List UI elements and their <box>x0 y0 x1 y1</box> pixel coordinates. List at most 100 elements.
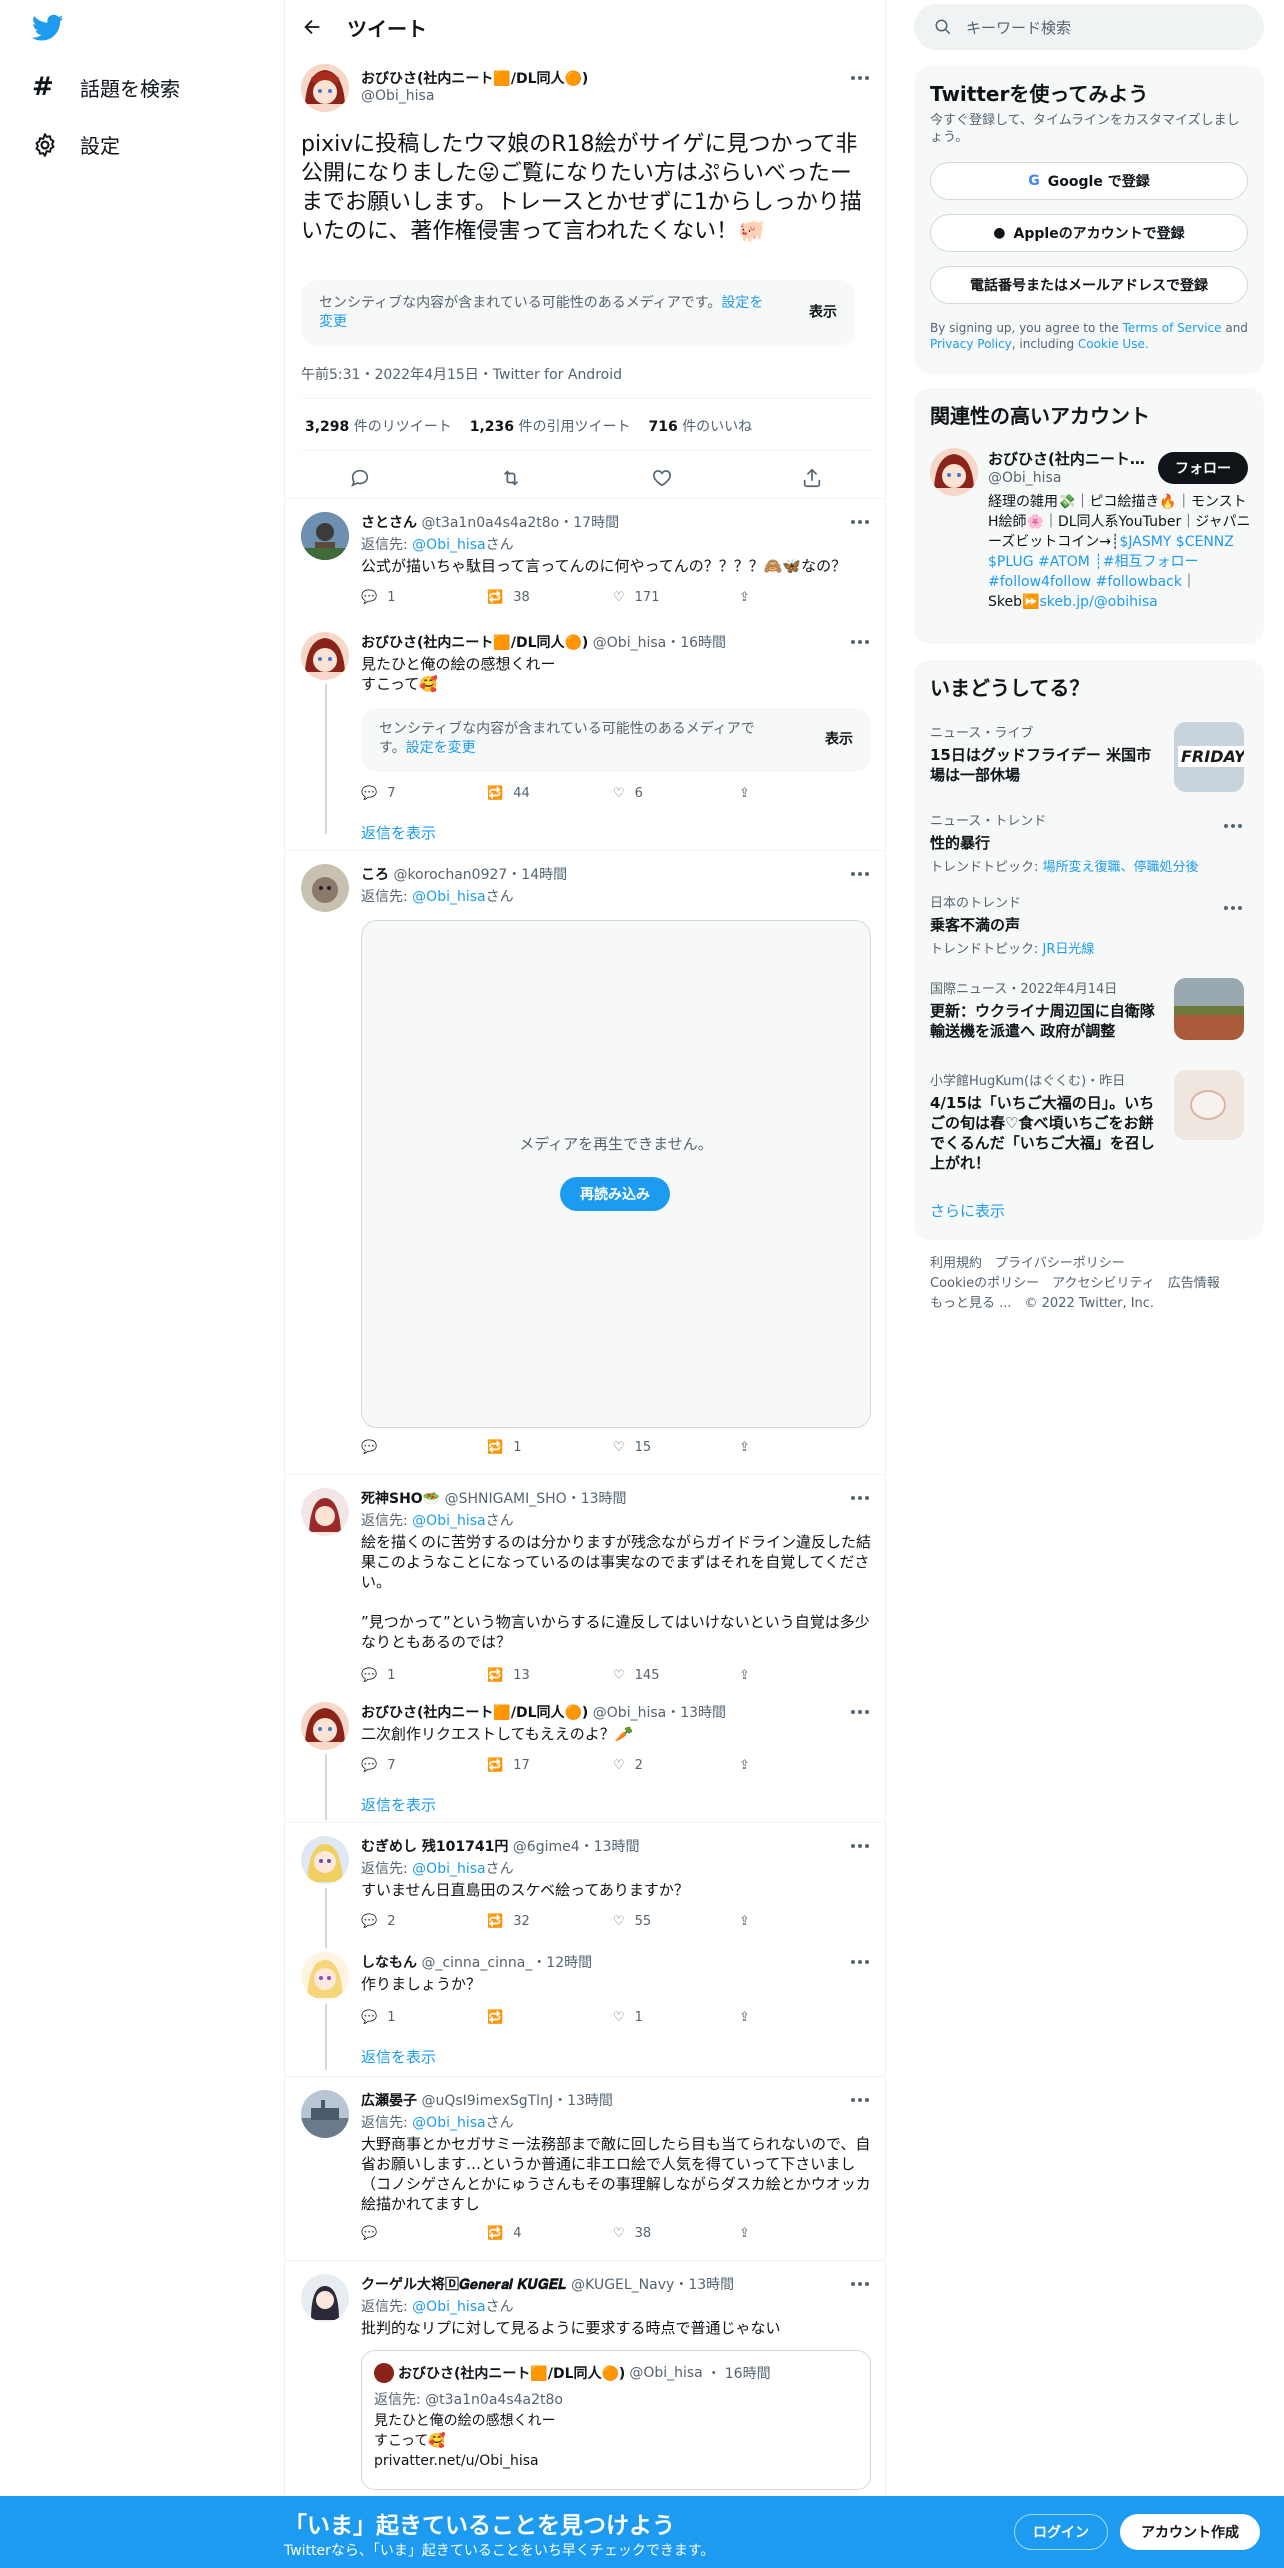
reply-author-handle[interactable]: @uQsI9imexSgTlnJ <box>421 2093 553 2109</box>
like-button[interactable]: ♡ 2 <box>613 1758 739 1773</box>
create-account-button[interactable]: アカウント作成 <box>1120 2514 1260 2550</box>
more-options-icon[interactable] <box>1224 906 1244 912</box>
show-replies-link[interactable]: 返信を表示 <box>361 1794 436 1815</box>
more-options-icon[interactable] <box>851 1960 871 1966</box>
avatar[interactable] <box>301 1952 349 2000</box>
avatar[interactable] <box>301 1836 349 1884</box>
like-button[interactable]: ♡ 55 <box>613 1914 739 1929</box>
reply-author-name[interactable]: おびひさ(社内ニート🟧/DL同人🟠) <box>361 1705 588 1721</box>
reply-tweet[interactable]: おびひさ(社内ニート🟧/DL同人🟠) @Obi_hisa・13時間 二次創作リク… <box>285 1702 885 1836</box>
phone-signup-button[interactable]: 電話番号またはメールアドレスで登録 <box>930 266 1248 304</box>
like-icon[interactable] <box>651 467 673 489</box>
trend-sub-link[interactable]: JR日光線 <box>1043 942 1095 957</box>
change-settings-link[interactable]: 設定を変更 <box>406 740 476 756</box>
related-name[interactable]: おびひさ(社内ニート… <box>988 448 1145 469</box>
twitter-logo-icon[interactable] <box>32 14 64 42</box>
reply-to-handle[interactable]: @Obi_hisa <box>412 2299 485 2315</box>
show-media-button[interactable]: 表示 <box>825 731 853 750</box>
avatar[interactable] <box>301 2090 349 2138</box>
trend-sub-link[interactable]: 場所変え復職、停職処分後 <box>1043 860 1199 875</box>
like-button[interactable]: ♡ 15 <box>613 1440 739 1455</box>
reply-time[interactable]: 13時間 <box>581 1491 627 1507</box>
retweet-button[interactable]: 🔁 1 <box>487 1440 613 1455</box>
more-options-icon[interactable] <box>851 1844 871 1850</box>
reply-author-name[interactable]: しなもん <box>361 1955 417 1971</box>
back-arrow-icon[interactable] <box>301 16 323 38</box>
reply-time[interactable]: 12時間 <box>546 1955 592 1971</box>
trend-item[interactable]: 日本のトレンド 乗客不満の声 トレンドトピック: JR日光線 <box>930 892 1250 957</box>
like-button[interactable]: ♡ 38 <box>613 2226 739 2241</box>
reply-to-handle[interactable]: @Obi_hisa <box>412 1513 485 1529</box>
retweet-stat[interactable]: 3,298 件のリツイート <box>305 416 452 436</box>
reply-author-name[interactable]: 広瀬晏子 <box>361 2093 417 2109</box>
reply-author-name[interactable]: おびひさ(社内ニート🟧/DL同人🟠) <box>361 635 588 651</box>
share-button[interactable]: ⇪ <box>739 786 865 801</box>
reply-author-name[interactable]: 死神SHO🥗 <box>361 1491 440 1507</box>
retweet-icon[interactable] <box>499 467 523 489</box>
reply-time[interactable]: 16時間 <box>680 635 726 651</box>
more-options-icon[interactable] <box>851 2282 871 2288</box>
retweet-button[interactable]: 🔁 <box>487 2010 613 2025</box>
reply-time[interactable]: 13時間 <box>680 1705 726 1721</box>
author-handle[interactable]: @Obi_hisa <box>361 88 434 104</box>
reply-button[interactable]: 💬 1 <box>361 590 487 605</box>
reply-author-handle[interactable]: @Obi_hisa <box>593 1705 666 1721</box>
more-options-icon[interactable] <box>851 520 871 526</box>
reply-tweet[interactable]: さとさん @t3a1n0a4s4a2t8o・17時間 返信先: @Obi_his… <box>285 500 885 620</box>
author-name[interactable]: おびひさ(社内ニート🟧/DL同人🟠) <box>361 68 588 88</box>
more-options-icon[interactable] <box>851 640 871 646</box>
show-replies-link[interactable]: 返信を表示 <box>361 2046 436 2067</box>
share-button[interactable]: ⇪ <box>739 2010 865 2025</box>
reply-author-handle[interactable]: @SHNIGAMI_SHO <box>445 1491 567 1507</box>
like-button[interactable]: ♡ 6 <box>613 786 739 801</box>
like-button[interactable]: ♡ 1 <box>613 2010 739 2025</box>
retweet-button[interactable]: 🔁 32 <box>487 1914 613 1929</box>
reply-author-name[interactable]: ころ <box>361 867 389 883</box>
reply-button[interactable]: 💬 1 <box>361 1668 487 1683</box>
like-stat[interactable]: 716 件のいいね <box>649 416 753 436</box>
reply-time[interactable]: 13時間 <box>594 1839 640 1855</box>
reply-author-handle[interactable]: @KUGEL_Navy <box>571 2277 674 2293</box>
reply-time[interactable]: 13時間 <box>567 2093 613 2109</box>
reply-to-handle[interactable]: @Obi_hisa <box>412 2115 485 2131</box>
share-button[interactable]: ⇪ <box>739 590 865 605</box>
more-options-icon[interactable] <box>851 76 871 82</box>
reply-author-handle[interactable]: @t3a1n0a4s4a2t8o <box>421 515 559 531</box>
share-button[interactable]: ⇪ <box>739 1914 865 1929</box>
more-options-icon[interactable] <box>851 872 871 878</box>
share-button[interactable]: ⇪ <box>739 1440 865 1455</box>
reply-tweet[interactable]: クーゲル大将🄳𝑮𝒆𝒏𝒆𝒓𝒂𝒍 𝑲𝑼𝑮𝑬𝑳 @KUGEL_Navy・13時間 返信… <box>285 2262 885 2498</box>
nav-settings[interactable]: 設定 <box>32 130 120 159</box>
reply-author-handle[interactable]: @6gime4 <box>513 1839 580 1855</box>
retweet-button[interactable]: 🔁 38 <box>487 590 613 605</box>
reply-button[interactable]: 💬 2 <box>361 1914 487 1929</box>
follow-button[interactable]: フォロー <box>1158 452 1248 484</box>
reply-time[interactable]: 17時間 <box>573 515 619 531</box>
quote-stat[interactable]: 1,236 件の引用ツイート <box>470 416 631 436</box>
reply-button[interactable]: 💬 1 <box>361 2010 487 2025</box>
retweet-button[interactable]: 🔁 13 <box>487 1668 613 1683</box>
reload-button[interactable]: 再読み込み <box>560 1177 670 1211</box>
reply-button[interactable]: 💬 <box>361 2226 487 2241</box>
reply-tweet[interactable]: ころ @korochan0927・14時間 返信先: @Obi_hisaさん メ… <box>285 852 885 1474</box>
cookie-link[interactable]: Cookie Use. <box>1078 337 1149 351</box>
avatar[interactable] <box>301 2274 349 2322</box>
reply-author-name[interactable]: クーゲル大将🄳𝑮𝒆𝒏𝒆𝒓𝒂𝒍 𝑲𝑼𝑮𝑬𝑳 <box>361 2277 567 2293</box>
reply-tweet[interactable]: しなもん @_cinna_cinna_・12時間 作りましょうか？ 💬 1 🔁 ♡… <box>285 1952 885 2086</box>
share-button[interactable]: ⇪ <box>739 1758 865 1773</box>
reply-tweet[interactable]: むぎめし 残101741円 @6gime4・13時間 返信先: @Obi_his… <box>285 1824 885 1952</box>
footer-line[interactable]: Cookieのポリシー アクセシビリティ 広告情報 <box>930 1274 1250 1294</box>
reply-to-handle[interactable]: @Obi_hisa <box>412 889 485 905</box>
google-signup-button[interactable]: G Google で登録 <box>930 162 1248 200</box>
related-handle[interactable]: @Obi_hisa <box>988 470 1061 486</box>
search-box[interactable]: キーワード検索 <box>914 4 1264 50</box>
share-icon[interactable] <box>801 467 823 489</box>
more-options-icon[interactable] <box>851 1496 871 1502</box>
tweet-timestamp[interactable]: 午前5:31・2022年4月15日・Twitter for Android <box>301 364 622 384</box>
bio-link[interactable]: skeb.jp/@obihisa <box>1039 594 1157 610</box>
show-more-link[interactable]: さらに表示 <box>930 1200 1005 1221</box>
terms-link[interactable]: Terms of Service <box>1123 321 1222 335</box>
avatar[interactable] <box>301 1488 349 1536</box>
avatar[interactable] <box>930 448 978 496</box>
privacy-link[interactable]: Privacy Policy <box>930 337 1012 351</box>
